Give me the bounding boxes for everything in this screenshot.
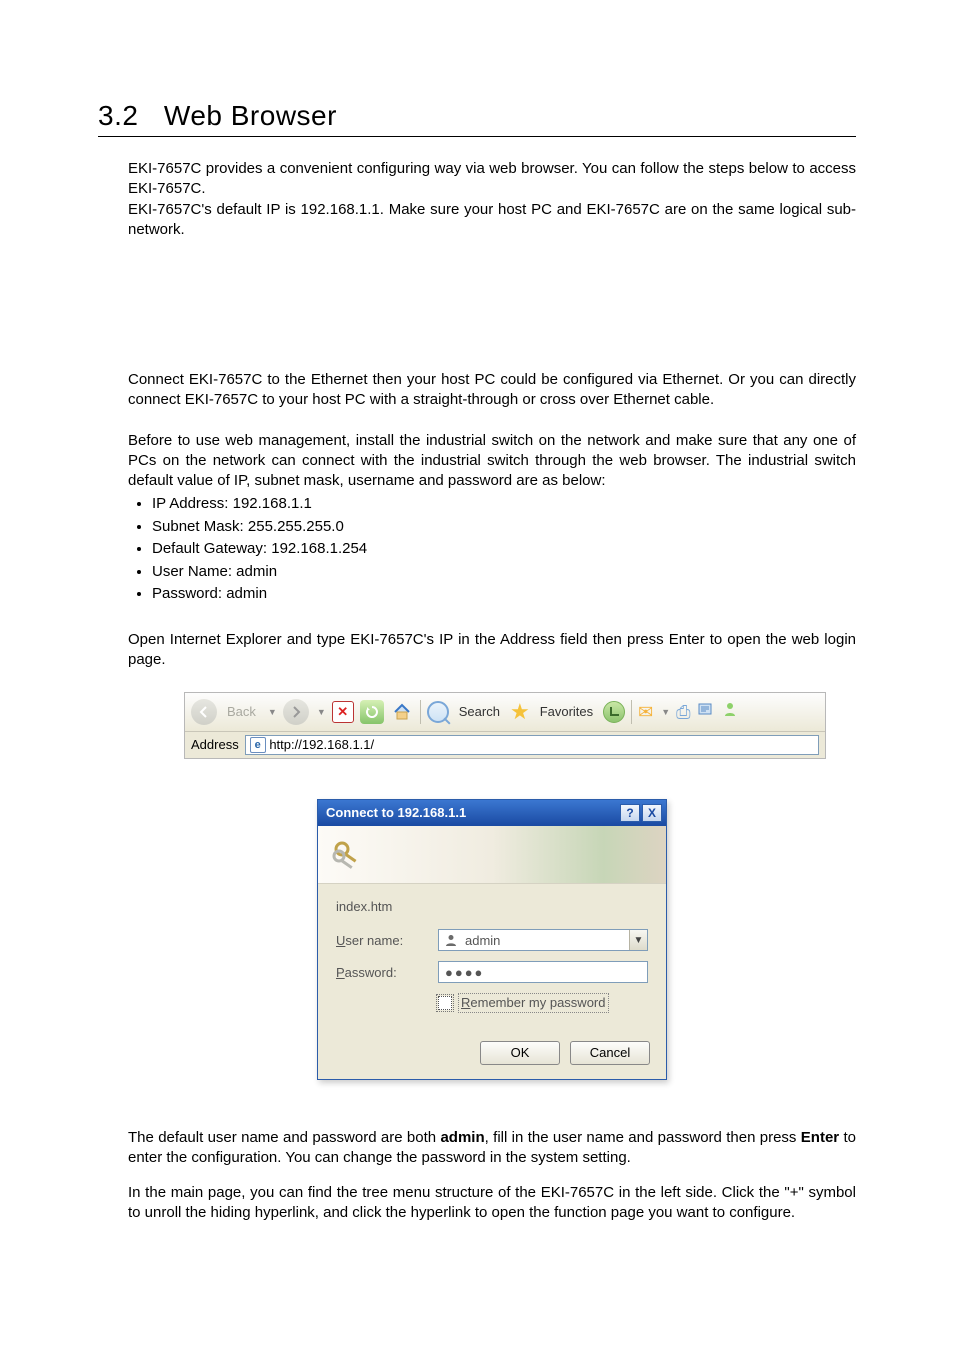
remember-checkbox[interactable] xyxy=(438,996,452,1010)
enter-key: Enter xyxy=(801,1129,839,1146)
username-value: admin xyxy=(465,932,500,950)
credentials-admin: admin xyxy=(440,1129,484,1146)
ie-toolbar-screenshot: Back ▼ ▼ ✕ Search ★ Favorites xyxy=(184,692,826,759)
close-button[interactable]: X xyxy=(642,804,662,822)
print-icon[interactable]: ⎙ xyxy=(676,700,690,724)
forward-dropdown-icon[interactable]: ▼ xyxy=(317,706,326,718)
search-icon[interactable] xyxy=(427,701,449,723)
default-ip: IP Address: 192.168.1.1 xyxy=(152,493,856,516)
section-title: Web Browser xyxy=(164,100,337,131)
password-field[interactable]: ●●●● xyxy=(438,961,648,983)
paragraph-1: EKI-7657C provides a convenient configur… xyxy=(128,159,856,200)
ie-page-icon: e xyxy=(250,737,266,753)
password-label: Password: xyxy=(336,964,438,982)
back-label[interactable]: Back xyxy=(227,703,256,721)
keys-icon xyxy=(328,835,366,873)
forward-icon[interactable] xyxy=(283,699,309,725)
history-icon[interactable] xyxy=(603,701,625,723)
favorites-icon[interactable]: ★ xyxy=(510,697,530,727)
dialog-realm: index.htm xyxy=(336,898,648,916)
paragraph-6: The default user name and password are b… xyxy=(128,1128,856,1169)
defaults-list: IP Address: 192.168.1.1 Subnet Mask: 255… xyxy=(142,493,856,606)
username-field[interactable]: admin ▼ xyxy=(438,929,648,951)
chevron-down-icon[interactable]: ▼ xyxy=(629,930,647,950)
dialog-title: Connect to 192.168.1.1 xyxy=(326,804,466,822)
paragraph-5: Open Internet Explorer and type EKI-7657… xyxy=(128,630,856,671)
paragraph-4: Before to use web management, install th… xyxy=(128,431,856,492)
paragraph-2: EKI-7657C's default IP is 192.168.1.1. M… xyxy=(128,200,856,241)
cancel-button[interactable]: Cancel xyxy=(570,1041,650,1065)
default-subnet: Subnet Mask: 255.255.255.0 xyxy=(152,516,856,539)
default-password: Password: admin xyxy=(152,583,856,606)
paragraph-7: In the main page, you can find the tree … xyxy=(128,1183,856,1224)
default-username: User Name: admin xyxy=(152,561,856,584)
back-icon[interactable] xyxy=(191,699,217,725)
address-value: http://192.168.1.1/ xyxy=(269,736,374,754)
ok-button[interactable]: OK xyxy=(480,1041,560,1065)
default-gateway: Default Gateway: 192.168.1.254 xyxy=(152,538,856,561)
stop-icon[interactable]: ✕ xyxy=(332,701,354,723)
paragraph-3: Connect EKI-7657C to the Ethernet then y… xyxy=(128,370,856,411)
mail-icon[interactable]: ✉ xyxy=(638,700,653,724)
address-field[interactable]: e http://192.168.1.1/ xyxy=(245,735,819,755)
login-dialog: Connect to 192.168.1.1 ? X xyxy=(317,799,667,1080)
remember-label[interactable]: Remember my password xyxy=(458,993,609,1013)
password-value: ●●●● xyxy=(445,964,484,982)
search-label[interactable]: Search xyxy=(459,703,500,721)
home-icon[interactable] xyxy=(390,700,414,724)
person-icon xyxy=(443,932,459,948)
username-label: User name: xyxy=(336,932,438,950)
refresh-icon[interactable] xyxy=(360,700,384,724)
messenger-icon[interactable] xyxy=(721,700,739,724)
section-heading: 3.2 Web Browser xyxy=(98,100,856,137)
section-number: 3.2 xyxy=(98,100,138,131)
address-label: Address xyxy=(191,736,239,754)
edit-icon[interactable] xyxy=(697,700,715,724)
favorites-label[interactable]: Favorites xyxy=(540,703,593,721)
mail-dropdown-icon[interactable]: ▼ xyxy=(661,706,670,718)
help-button[interactable]: ? xyxy=(620,804,640,822)
back-dropdown-icon[interactable]: ▼ xyxy=(268,706,277,718)
